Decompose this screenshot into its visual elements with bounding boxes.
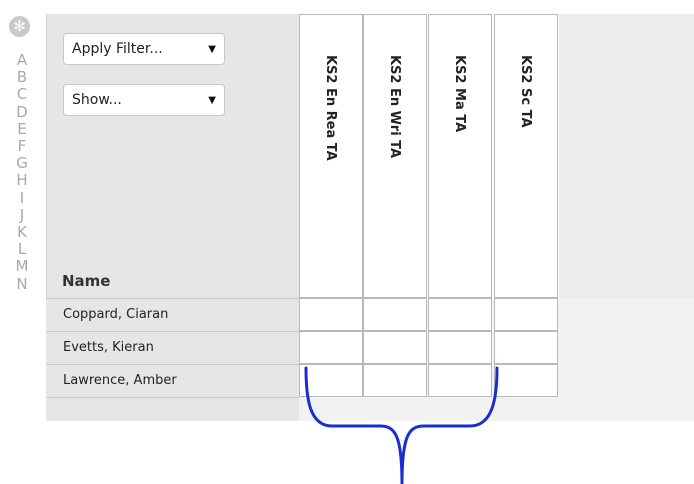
- curly-brace-annotation: [304, 366, 499, 484]
